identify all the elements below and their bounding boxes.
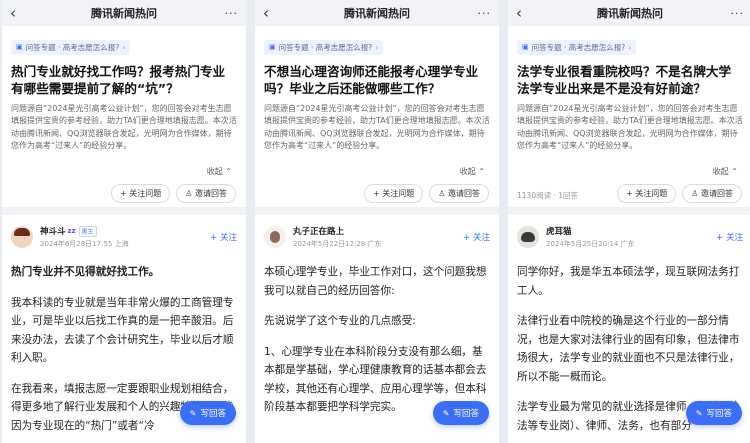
more-icon[interactable]: ··· <box>222 7 238 20</box>
question-title: 热门专业就好找工作吗？报考热门专业有哪些需要提前了解的“坑”？ <box>11 63 226 97</box>
avatar[interactable] <box>264 226 286 248</box>
author-name[interactable]: 虎耳猫 <box>546 225 572 237</box>
collapse-button[interactable]: 收起 ⌃ <box>207 166 232 177</box>
nav-bar: ‹ 腾讯新闻热问 ··· <box>2 0 246 26</box>
topic-tag[interactable]: ▣ 问答专题 · 高考志愿怎么报? › <box>264 39 384 55</box>
author-name[interactable]: 神斗斗 <box>40 225 66 237</box>
answer-time: 2024年5月22日12:28 广东 <box>293 240 382 248</box>
invite-answer-button[interactable]: ♙ 邀请回答 <box>176 184 236 203</box>
pencil-icon: ✎ <box>695 408 703 418</box>
person-icon: ♙ <box>438 189 448 198</box>
question-description: 问题源自“2024星光引高考公益计划”，您的回答会对考生志愿填报提供宝贵的参考经… <box>517 103 743 151</box>
more-icon[interactable]: ··· <box>475 7 491 20</box>
collapse-button[interactable]: 收起 ⌃ <box>460 166 485 177</box>
panel-1: ‹ 腾讯新闻热问 ··· ▣ 问答专题 · 高考志愿怎么报? › 热门专业就好找工作… <box>2 0 246 443</box>
back-icon[interactable]: ‹ <box>516 5 532 21</box>
topic-tag[interactable]: ▣ 问答专题 · 高考志愿怎么报? › <box>11 39 131 55</box>
follow-author-button[interactable]: + 关注 <box>716 231 743 243</box>
pencil-icon: ✎ <box>189 408 197 418</box>
answer-paragraph: 同学你好，我是华五本硕法学，现互联网法务打工人。 <box>517 266 740 297</box>
invite-answer-label: 邀请回答 <box>448 189 480 198</box>
answer-time: 2024年5月25日20:14 广东 <box>546 240 635 248</box>
collapse-button[interactable]: 收起 ⌃ <box>713 166 738 177</box>
chevron-right-icon: › <box>122 42 126 52</box>
write-answer-label: 写回答 <box>706 409 732 419</box>
avatar[interactable] <box>11 226 33 248</box>
author-name[interactable]: 丸子正在路上 <box>293 225 344 237</box>
question-stats: 1130阅读 · 1回答 <box>517 191 579 200</box>
invite-answer-button[interactable]: ♙ 邀请回答 <box>682 184 742 203</box>
follow-question-button[interactable]: + 关注问题 <box>364 184 424 203</box>
answer-body[interactable]: 本硕心理学专业，毕业工作对口，这个问题我想我可以就自己的经历回答你: 先说说学了… <box>264 263 490 417</box>
question-card: ▣ 问答专题 · 高考志愿怎么报? › 不想当心理咨询师还能报考心理学专业吗？毕业之… <box>255 26 499 207</box>
nav-title: 腾讯新闻热问 <box>91 7 157 20</box>
tag-icon: ▣ <box>522 43 529 51</box>
panel-3: ‹ 腾讯新闻热问 ··· ▣ 问答专题 · 高考志愿怎么报? › 法学专业很看重院校… <box>508 0 750 443</box>
write-answer-button[interactable]: ✎ 写回答 <box>179 401 236 425</box>
follow-author-button[interactable]: + 关注 <box>463 231 490 243</box>
pencil-icon: ✎ <box>442 408 450 418</box>
avatar[interactable] <box>517 226 539 248</box>
back-icon[interactable]: ‹ <box>10 5 26 21</box>
tag-icon: ▣ <box>16 43 23 51</box>
question-card: ▣ 问答专题 · 高考志愿怎么报? › 热门专业就好找工作吗？报考热门专业有哪些需要… <box>2 26 246 207</box>
follow-author-button[interactable]: + 关注 <box>210 231 237 243</box>
topic-tag-label: 问答专题 · 高考志愿怎么报? <box>531 42 626 52</box>
topic-tag-label: 问答专题 · 高考志愿怎么报? <box>278 42 373 52</box>
nav-title: 腾讯新闻热问 <box>344 7 410 20</box>
answer-paragraph: 先说说学了这个专业的几点感受: <box>264 315 416 327</box>
topic-tag-label: 问答专题 · 高考志愿怎么报? <box>25 42 120 52</box>
back-icon[interactable]: ‹ <box>263 5 279 21</box>
question-description: 问题源自“2024星光引高考公益计划”，您的回答会对考生志愿填报提供宝贵的参考经… <box>11 103 237 151</box>
invite-answer-button[interactable]: ♙ 邀请回答 <box>429 184 489 203</box>
invite-answer-label: 邀请回答 <box>701 189 733 198</box>
follow-question-button[interactable]: + 关注问题 <box>111 184 171 203</box>
more-icon[interactable]: ··· <box>728 7 744 20</box>
follow-question-button[interactable]: + 关注问题 <box>617 184 677 203</box>
question-card: ▣ 问答专题 · 高考志愿怎么报? › 法学专业很看重院校吗？不是名牌大学法学专业出… <box>508 26 750 207</box>
panel-2: ‹ 腾讯新闻热问 ··· ▣ 问答专题 · 高考志愿怎么报? › 不想当心理咨询师还… <box>255 0 499 443</box>
question-title: 法学专业很看重院校吗？不是名牌大学法学专业出来是不是没有好前途？ <box>517 63 732 97</box>
write-answer-button[interactable]: ✎ 写回答 <box>685 401 742 425</box>
write-answer-label: 写回答 <box>453 409 479 419</box>
author-badge: 黑王 <box>78 225 97 237</box>
answer-paragraph: 法律行业看中院校的确是这个行业的一部分情况，也是大家对法律行业的固有印象，但法律… <box>517 315 740 383</box>
topic-tag[interactable]: ▣ 问答专题 · 高考志愿怎么报? › <box>517 39 637 55</box>
write-answer-button[interactable]: ✎ 写回答 <box>432 401 489 425</box>
answer-paragraph: 热门专业并不见得就好找工作。 <box>11 266 160 278</box>
invite-answer-label: 邀请回答 <box>195 189 227 198</box>
answer-paragraph: 我本科读的专业就是当年非常火爆的工商管理专业，可是毕业以后找工作真的是一把辛酸泪… <box>11 296 234 365</box>
question-title: 不想当心理咨询师还能报考心理学专业吗？毕业之后还能做哪些工作？ <box>264 63 479 97</box>
chevron-right-icon: › <box>628 42 632 52</box>
answer-time: 2024年6月28日17:55 上海 <box>40 240 129 248</box>
answer-paragraph: 本硕心理学专业，毕业工作对口，这个问题我想我可以就自己的经历回答你: <box>264 266 487 297</box>
write-answer-label: 写回答 <box>200 409 226 419</box>
nav-bar: ‹ 腾讯新闻热问 ··· <box>508 0 750 26</box>
nav-title: 腾讯新闻热问 <box>597 7 663 20</box>
person-icon: ♙ <box>691 189 701 198</box>
person-icon: ♙ <box>185 189 195 198</box>
zz-mark: zz <box>67 227 76 235</box>
nav-bar: ‹ 腾讯新闻热问 ··· <box>255 0 499 26</box>
question-description: 问题源自“2024星光引高考公益计划”，您的回答会对考生志愿填报提供宝贵的参考经… <box>264 103 490 151</box>
tag-icon: ▣ <box>269 43 276 51</box>
chevron-right-icon: › <box>375 42 379 52</box>
